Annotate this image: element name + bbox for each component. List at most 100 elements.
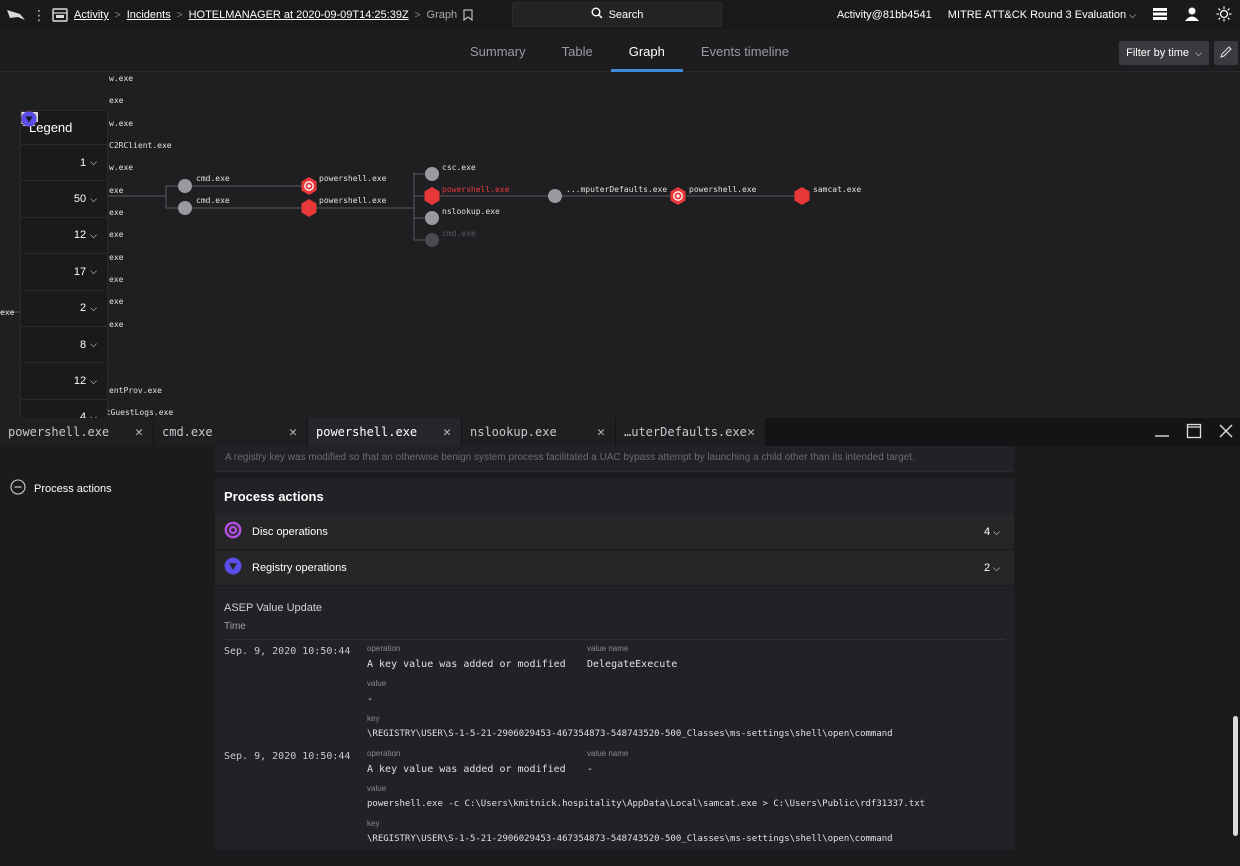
tab-events-timeline[interactable]: Events timeline (683, 30, 807, 72)
legend-count: 1 (80, 156, 87, 169)
node-label: ...mputerDefaults.exe (566, 185, 667, 194)
disc-operations-row[interactable]: Disc operations 4 ⌵ (215, 514, 1014, 550)
process-tab-active[interactable]: powershell.exe ✕ (308, 418, 462, 446)
legend-row-computer[interactable]: 1 ⌵ (21, 112, 107, 182)
close-icon[interactable]: ✕ (443, 425, 451, 440)
app-logo-icon[interactable] (6, 8, 26, 22)
edit-button[interactable] (1214, 41, 1238, 65)
search-button[interactable]: Search (512, 2, 722, 27)
value-label: value (367, 784, 387, 793)
chevron-right-icon: > (114, 9, 121, 21)
maximize-icon[interactable] (1186, 423, 1202, 442)
node-label: powershell.exe (319, 196, 387, 205)
close-icon[interactable]: ✕ (289, 425, 297, 440)
chevron-down-icon: ⌵ (1195, 47, 1202, 58)
legend-row-file[interactable]: 4 ⌵ (21, 111, 107, 418)
process-node (425, 167, 439, 181)
legend-count: 17 (73, 265, 87, 278)
node-label: exe (109, 208, 124, 217)
close-icon[interactable]: ✕ (597, 425, 605, 440)
process-tabs-bar: powershell.exe ✕ cmd.exe ✕ powershell.exe ✕… (0, 418, 1240, 446)
legend-row-process[interactable]: 50 ⌵ (21, 112, 107, 218)
filter-by-time-button[interactable]: Filter by time ⌵ (1119, 41, 1209, 65)
process-tab-label: powershell.exe (8, 425, 110, 439)
legend-count: 2 (80, 302, 87, 315)
legend-count: 12 (73, 229, 87, 242)
value-value: powershell.exe -c C:\Users\kmitnick.hosp… (367, 799, 926, 809)
operation-label: operation (367, 749, 401, 758)
breadcrumb-incidents[interactable]: Incidents (127, 9, 171, 21)
process-tab[interactable]: nslookup.exe ✕ (462, 418, 616, 446)
process-tab[interactable]: powershell.exe ✕ (0, 418, 154, 446)
theme-sun-icon[interactable] (1216, 6, 1232, 25)
workspace-selector[interactable]: MITRE ATT&CK Round 3 Evaluation ⌵ (948, 9, 1136, 21)
user-icon[interactable] (1184, 6, 1200, 25)
process-tab-label: nslookup.exe (470, 425, 557, 439)
pencil-icon (1219, 45, 1233, 62)
value-name-label: value name (587, 749, 629, 758)
side-nav-process-actions[interactable]: Process actions (10, 479, 112, 498)
chevron-down-icon: ⌵ (90, 229, 97, 240)
workspace-label: MITRE ATT&CK Round 3 Evaluation (947, 9, 1127, 21)
legend-row-detection-target[interactable]: 12 ⌵ (21, 111, 107, 255)
value-value: - (367, 694, 374, 705)
breadcrumb-incident[interactable]: HOTELMANAGER at 2020-09-09T14:25:39Z (189, 9, 409, 21)
node-label: exe (109, 230, 124, 239)
menu-dots-icon[interactable]: ⋮ (32, 7, 46, 24)
value-name-value: DelegateExecute (587, 659, 678, 670)
disc-icon (224, 521, 242, 542)
bookmark-icon[interactable] (463, 9, 473, 22)
chevron-down-icon: ⌵ (90, 266, 97, 277)
view-tabs: Summary Table Graph Events timeline (452, 30, 807, 72)
key-value: \REGISTRY\USER\S-1-5-21-2906029453-46735… (367, 729, 893, 739)
chevron-down-icon: ⌵ (993, 526, 1000, 537)
details-scrollbar[interactable] (1233, 716, 1238, 836)
legend-row-user[interactable]: 2 ⌵ (21, 112, 107, 327)
close-panel-icon[interactable] (1218, 423, 1234, 442)
list-view-icon[interactable] (1152, 7, 1168, 24)
breadcrumb-activity[interactable]: Activity (74, 9, 109, 21)
node-label: powershell.exe (689, 185, 757, 194)
user-account[interactable]: Activity@81bb4541 (837, 9, 932, 21)
legend-row-network[interactable]: 8 ⌵ (21, 111, 107, 364)
registry-operations-row[interactable]: Registry operations 2 ⌵ (215, 550, 1014, 586)
process-graph[interactable]: w.exe exe w.exe C2RClient.exe w.exe exe … (0, 72, 1240, 418)
legend-row-detection[interactable]: 17 ⌵ (21, 111, 107, 291)
chevron-down-icon: ⌵ (993, 562, 1000, 573)
node-label: C2RClient.exe (109, 141, 172, 150)
hexagon-target-node (670, 187, 686, 205)
value-label: value (367, 679, 387, 688)
close-icon[interactable]: ✕ (135, 425, 143, 440)
process-tab-label: …uterDefaults.exe (624, 425, 747, 439)
process-tab[interactable]: …uterDefaults.exe ✕ (616, 418, 766, 446)
top-bar: ⋮ Activity > Incidents > HOTELMANAGER at… (0, 0, 1240, 30)
process-tab[interactable]: cmd.exe ✕ (154, 418, 308, 446)
node-label: exe (109, 253, 124, 262)
search-label: Search (608, 8, 644, 21)
tab-graph[interactable]: Graph (610, 30, 683, 72)
tab-summary[interactable]: Summary (452, 30, 544, 72)
chevron-right-icon: > (414, 9, 421, 21)
collapse-circle-icon (10, 479, 26, 498)
process-details-panel: Process actions A registry key was modif… (0, 446, 1240, 866)
view-tabs-bar: Summary Table Graph Events timeline Filt… (0, 30, 1240, 72)
node-label: nslookup.exe (442, 207, 500, 216)
legend-count: 4 (80, 411, 87, 418)
node-label: exe (109, 297, 124, 306)
operation-value: A key value was added or modified (367, 659, 566, 670)
activity-icon[interactable] (52, 8, 68, 22)
legend-panel: Legend 1 ⌵ 50 ⌵ 12 ⌵ 17 ⌵ 2 ⌵ 8 ⌵ 12 ⌵ 4… (20, 110, 108, 418)
graph-canvas[interactable]: w.exe exe w.exe C2RClient.exe w.exe exe … (0, 72, 1240, 418)
chevron-down-icon: ⌵ (1129, 10, 1136, 20)
key-label: key (367, 714, 380, 723)
asep-title: ASEP Value Update (224, 602, 323, 614)
legend-row-disc[interactable]: 12 ⌵ (21, 111, 107, 400)
node-label: cmd.exe (442, 229, 476, 238)
node-label: w.exe (109, 74, 133, 83)
process-tab-label: powershell.exe (316, 425, 418, 439)
node-label: powershell.exe (442, 185, 510, 194)
tab-table[interactable]: Table (544, 30, 611, 72)
search-icon (591, 7, 603, 22)
close-icon[interactable]: ✕ (747, 425, 755, 440)
minimize-icon[interactable] (1154, 423, 1170, 442)
